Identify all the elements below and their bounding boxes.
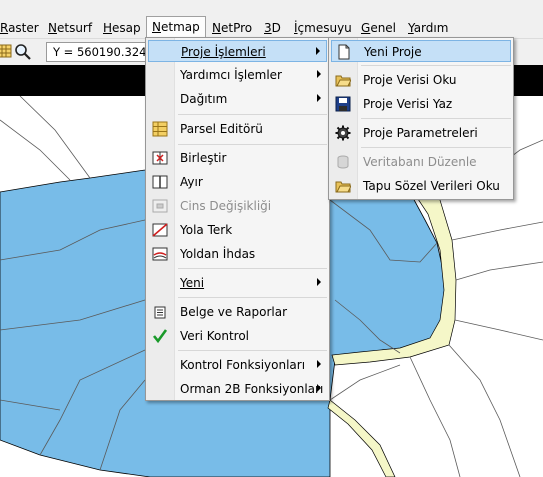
- menu-item-proje-islemleri[interactable]: Proje İşlemleri: [148, 40, 327, 62]
- magnify-icon[interactable]: [14, 43, 31, 60]
- menu-item-proje-verisi-oku[interactable]: Proje Verisi Oku: [331, 69, 511, 91]
- menu-item-kontrol-fonksiyonlari[interactable]: Kontrol Fonksiyonları: [148, 354, 327, 376]
- menu-item-label: Proje İşlemleri: [181, 45, 266, 59]
- menu-item-proje-verisi-yaz[interactable]: Proje Verisi Yaz: [331, 93, 511, 115]
- menu-icmesuyu-label: çmesuyu: [297, 21, 352, 35]
- menu-netmap-label: etmap: [160, 20, 200, 34]
- report-icon: [152, 304, 168, 320]
- type-change-icon: [152, 198, 168, 214]
- menu-item-label: Proje Verisi Yaz: [363, 97, 453, 111]
- menu-separator: [178, 297, 327, 298]
- menu-hesap-mnemonic: H: [103, 21, 113, 35]
- menu-item-label: Orman 2B Fonksiyonları: [180, 382, 324, 396]
- menu-item-proje-parametreleri[interactable]: Proje Parametreleri: [331, 122, 511, 144]
- menu-item-veri-kontrol[interactable]: Veri Kontrol: [148, 325, 327, 347]
- menu-item-parsel-editoru[interactable]: Parsel Editörü: [148, 118, 327, 140]
- menu-separator: [178, 114, 327, 115]
- menu-separator: [178, 144, 327, 145]
- proje-islemleri-submenu: Yeni Proje Proje Verisi Oku Proje Verisi…: [328, 37, 514, 200]
- menu-3d[interactable]: 3D: [264, 19, 281, 37]
- menu-item-label: Yeni Proje: [364, 45, 422, 59]
- menu-item-label: Veri Kontrol: [180, 329, 250, 343]
- menu-item-birlestir[interactable]: Birleştir: [148, 147, 327, 169]
- open-folder-icon: [335, 72, 352, 88]
- road-creation-icon: [152, 246, 168, 262]
- database-icon: [335, 154, 351, 170]
- menu-item-label: Proje Parametreleri: [363, 126, 478, 140]
- menu-item-label: Proje Verisi Oku: [363, 73, 457, 87]
- menu-icmesuyu[interactable]: İçmesuyu: [294, 19, 352, 37]
- menu-netpro[interactable]: NetPro: [212, 19, 252, 37]
- submenu-arrow-icon: [316, 47, 320, 55]
- menu-item-cins-degisikligi[interactable]: Cins Değişikliği: [148, 195, 327, 217]
- menu-genel-mnemonic: G: [361, 21, 371, 35]
- menu-separator: [178, 268, 327, 269]
- open-folder-icon: [335, 178, 352, 194]
- menu-item-label: Yoldan İhdas: [180, 247, 256, 261]
- submenu-arrow-icon: [317, 384, 321, 392]
- menu-netpro-mnemonic: N: [212, 21, 221, 35]
- menu-3d-label: D: [271, 21, 281, 35]
- menu-item-tapu-sozel-verileri-oku[interactable]: Tapu Sözel Verileri Oku: [331, 175, 511, 197]
- menu-netmap-mnemonic: N: [152, 20, 161, 34]
- menu-hesap[interactable]: Hesap: [103, 19, 141, 37]
- menu-item-yola-terk[interactable]: Yola Terk: [148, 219, 327, 241]
- menu-item-label: Belge ve Raporlar: [180, 305, 288, 319]
- menu-raster[interactable]: Raster: [0, 19, 39, 37]
- menu-item-yoldan-ihdas[interactable]: Yoldan İhdas: [148, 243, 327, 265]
- menu-hesap-label: esap: [112, 21, 141, 35]
- menu-item-label: Yola Terk: [180, 223, 233, 237]
- menu-genel[interactable]: Genel: [361, 19, 396, 37]
- menu-item-dagitim[interactable]: Dağıtım: [148, 88, 327, 110]
- submenu-arrow-icon: [317, 94, 321, 102]
- menu-item-label: Dağıtım: [180, 92, 228, 106]
- menu-netmap[interactable]: Netmap: [146, 16, 206, 38]
- menu-netsurf-mnemonic: N: [48, 21, 57, 35]
- menu-item-label: Tapu Sözel Verileri Oku: [363, 179, 500, 193]
- submenu-arrow-icon: [317, 70, 321, 78]
- coordinate-readout: Y = 560190.324 , X: [46, 42, 154, 62]
- menu-netsurf[interactable]: Netsurf: [48, 19, 92, 37]
- menu-netpro-label: etPro: [220, 21, 253, 35]
- menu-raster-label: aster: [8, 21, 39, 35]
- menu-genel-label: enel: [370, 21, 397, 35]
- menu-item-label: Veritabanı Düzenle: [363, 155, 477, 169]
- menu-item-yardimci-islemler[interactable]: Yardımcı İşlemler: [148, 64, 327, 86]
- new-document-icon: [336, 44, 352, 60]
- menu-item-label: Cins Değişikliği: [180, 199, 272, 213]
- menu-separator: [361, 65, 511, 66]
- menu-item-belge-ve-raporlar[interactable]: Belge ve Raporlar: [148, 301, 327, 323]
- menu-raster-mnemonic: R: [0, 21, 9, 35]
- menu-netsurf-label: etsurf: [56, 21, 93, 35]
- netmap-menu: Proje İşlemleri Yardımcı İşlemler Dağıtı…: [145, 37, 330, 401]
- menu-bar: Raster Netsurf Hesap Netmap NetPro 3D İç…: [0, 0, 543, 38]
- menu-item-label: Kontrol Fonksiyonları: [180, 358, 306, 372]
- menu-item-label: Parsel Editörü: [180, 122, 263, 136]
- checkmark-icon: [152, 328, 168, 344]
- road-cession-icon: [152, 222, 168, 238]
- split-icon: [152, 174, 168, 190]
- menu-yardim-label: ardım: [413, 21, 449, 35]
- menu-3d-mnemonic: 3: [264, 21, 272, 35]
- merge-icon: [152, 150, 168, 166]
- menu-item-label: Yardımcı İşlemler: [180, 68, 282, 82]
- gear-icon: [335, 125, 351, 141]
- menu-separator: [361, 147, 511, 148]
- menu-separator: [361, 118, 511, 119]
- menu-item-yeni-proje[interactable]: Yeni Proje: [331, 40, 511, 62]
- menu-item-yeni[interactable]: Yeni: [148, 272, 327, 294]
- menu-item-orman-2b-fonksiyonlari[interactable]: Orman 2B Fonksiyonları: [148, 378, 327, 400]
- submenu-arrow-icon: [317, 278, 321, 286]
- menu-item-label: Yeni: [180, 276, 205, 290]
- menu-yardim[interactable]: Yardım: [408, 19, 448, 37]
- parcel-editor-icon: [152, 121, 168, 137]
- menu-item-label: Birleştir: [180, 151, 227, 165]
- grid-icon[interactable]: [0, 43, 12, 59]
- menu-item-ayir[interactable]: Ayır: [148, 171, 327, 193]
- submenu-arrow-icon: [317, 360, 321, 368]
- menu-item-label: Ayır: [180, 175, 203, 189]
- menu-separator: [178, 350, 327, 351]
- save-disk-icon: [335, 96, 351, 112]
- menu-item-veritabani-duzenle[interactable]: Veritabanı Düzenle: [331, 151, 511, 173]
